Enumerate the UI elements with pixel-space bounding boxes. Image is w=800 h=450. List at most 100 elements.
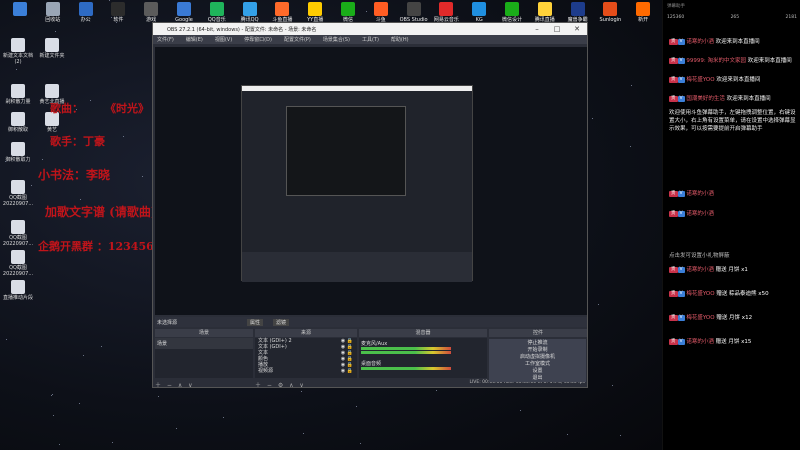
desktop-icon[interactable]: 微信 (330, 2, 366, 23)
level-icon: V (677, 338, 685, 345)
chat-username: 99999: 淘米的中文家园 (684, 58, 748, 64)
menu-item[interactable]: 帮助(H) (391, 36, 409, 43)
menu-item[interactable]: 场景集合(S) (323, 36, 350, 43)
app-icon (78, 2, 93, 16)
app-icon (472, 2, 487, 16)
desktop-icon[interactable]: 魔兽争霸 (560, 2, 596, 23)
properties-button[interactable]: 属性 (247, 318, 264, 326)
level-icon: V (677, 314, 685, 321)
source-add-icon[interactable]: ＋ − ⚙ ∧ ∨ (255, 380, 357, 389)
desktop-icon[interactable]: 新建文本文档 (2) (0, 38, 36, 65)
app-icon (308, 2, 323, 16)
scene-item[interactable]: 场景 (155, 338, 253, 349)
close-icon[interactable]: ✕ (567, 23, 587, 35)
obs-title: OBS 27.2.1 (64-bit, windows) - 配置文件: 未命名… (167, 26, 317, 33)
badge-icon: 贵 (669, 314, 678, 321)
minimize-icon[interactable]: – (527, 23, 547, 35)
star (176, 428, 178, 430)
desktop-icon[interactable]: 剁积散力量 (0, 84, 36, 105)
desktop-icon[interactable]: 回收站 (35, 2, 71, 23)
star (52, 414, 54, 416)
menu-item[interactable]: 工具(T) (362, 36, 379, 43)
menu-item[interactable]: 编辑(E) (186, 36, 203, 43)
chat-text: 欢迎来到本直播间 (716, 77, 761, 83)
desktop-icon-label: Sunlogin (599, 17, 622, 23)
star (157, 396, 159, 398)
chat-username: 诺寒的小酒 (684, 267, 716, 273)
desktop-icon[interactable]: 御积散取力 (0, 142, 36, 163)
desktop-icon[interactable]: 新开 (625, 2, 661, 23)
chat-message: 贵V 99999: 淘米的中文家园 欢迎来到本直播间 (669, 57, 797, 65)
level-icon: V (677, 57, 685, 64)
visibility-icon[interactable]: ◉ 🔒 (341, 368, 353, 374)
app-icon (209, 2, 224, 16)
star (435, 389, 437, 391)
scenes-list[interactable]: 场景 (155, 338, 253, 378)
desktop-icon-label: 新开 (638, 17, 649, 23)
count-1: 125360 (667, 15, 685, 20)
app-icon (537, 2, 552, 16)
obs-window[interactable]: OBS 27.2.1 (64-bit, windows) - 配置文件: 未命名… (152, 22, 588, 389)
desktop-icon[interactable]: Sunlogin (592, 2, 628, 23)
desktop-icon[interactable]: QQ截图 20220907... (0, 250, 36, 277)
chat-text: 赠送 粽品泰迪熊 x50 (716, 291, 769, 297)
intro-text: 欢迎使用斗鱼弹幕助手，左键拖拽调整位置，右键设置大小，右上角有设置菜单，请在设置… (669, 110, 796, 132)
star (101, 346, 103, 348)
chat-message: 贵V 诺寒的小酒 赠送 月饼 x1 (669, 266, 797, 274)
menu-item[interactable]: 文件(F) (157, 36, 174, 43)
badge-icon: 贵 (669, 338, 678, 345)
desktop-icon[interactable]: 软件 (100, 2, 136, 23)
star (89, 100, 91, 102)
mixer-mic-label: 麦克风/Aux (361, 341, 388, 347)
control-button[interactable]: 退出 (489, 374, 586, 382)
desktop-icon[interactable]: QQ截图 20220907... (0, 220, 36, 247)
star (611, 385, 613, 387)
desktop-icon[interactable]: 微信设计 (494, 2, 530, 23)
desktop-icon-label: 回收站 (45, 17, 61, 23)
desktop-icon[interactable]: 腾讯QQ (232, 2, 268, 23)
desktop-icon[interactable]: QQ音乐 (199, 2, 235, 23)
desktop-icon[interactable]: 御积散取 (0, 112, 36, 133)
desktop-icon[interactable]: 斗鱼直播 (264, 2, 300, 23)
source-item[interactable]: 视频源 ◉ 🔒 (255, 368, 357, 374)
chat-message: 贵V 梅花盛YOO 欢迎来到本直播间 (669, 76, 797, 84)
desktop-icon[interactable] (2, 2, 38, 17)
chat-username: 国潮美好的生活 (684, 96, 727, 102)
menu-item[interactable]: 配置文件(P) (284, 36, 311, 43)
scene-add-icon[interactable]: ＋ − ∧ ∨ (155, 380, 253, 389)
maximize-icon[interactable]: □ (547, 23, 567, 35)
badge-icon: 贵 (669, 95, 678, 102)
app-icon (45, 2, 60, 16)
desktop-icon[interactable]: YY直播 (297, 2, 333, 23)
chat-message: 贵V 梅花盛YOO 赠送 月饼 x12 (669, 314, 797, 322)
badge-icon: 贵 (669, 210, 678, 217)
star (5, 338, 7, 340)
obs-titlebar[interactable]: OBS 27.2.1 (64-bit, windows) - 配置文件: 未命名… (153, 23, 587, 35)
desktop-icon[interactable]: QQ截图 20220907... (0, 180, 36, 207)
desktop-icon[interactable]: 腾讯直播 (527, 2, 563, 23)
obs-preview[interactable] (155, 47, 587, 315)
desktop-icon[interactable]: 办公 (68, 2, 104, 23)
sources-list[interactable]: 文本 (GDI+) 2 ◉ 🔒 文本 (GDI+) ◉ 🔒 文本 ◉ 🔒 颜色 ◉ 🔒 播放 ◉ … (255, 338, 357, 378)
level-icon: V (677, 266, 685, 273)
star (54, 30, 56, 32)
desktop-icon[interactable]: 直播推动片段 (0, 280, 36, 301)
menu-item[interactable]: 视图(V) (215, 36, 232, 43)
obs-menubar: 文件(F) 编辑(E) 视图(V) 停靠窗口(D) 配置文件(P) 场景集合(S) 工具(T… (153, 35, 587, 44)
menu-item[interactable]: 停靠窗口(D) (244, 36, 272, 43)
file-icon (45, 38, 59, 52)
desktop-icon[interactable]: 网易云音乐 (428, 2, 464, 23)
desktop-icon[interactable]: 新建文件夹 (34, 38, 70, 59)
desktop-icon[interactable]: 斗鱼 (363, 2, 399, 23)
desktop-icon[interactable]: Google (166, 2, 202, 23)
app-icon (373, 2, 388, 16)
desktop-icon-label: QQ截图 20220907... (2, 195, 34, 207)
file-icon (11, 112, 25, 126)
file-icon (11, 280, 25, 294)
desktop-icon[interactable]: 游戏 (133, 2, 169, 23)
desktop-icon[interactable]: KG (461, 2, 497, 23)
star (59, 443, 61, 445)
filters-button[interactable]: 滤镜 (273, 318, 290, 326)
no-source-label: 未选择源 (157, 319, 178, 326)
desktop-icon[interactable]: OBS Studio (396, 2, 432, 23)
